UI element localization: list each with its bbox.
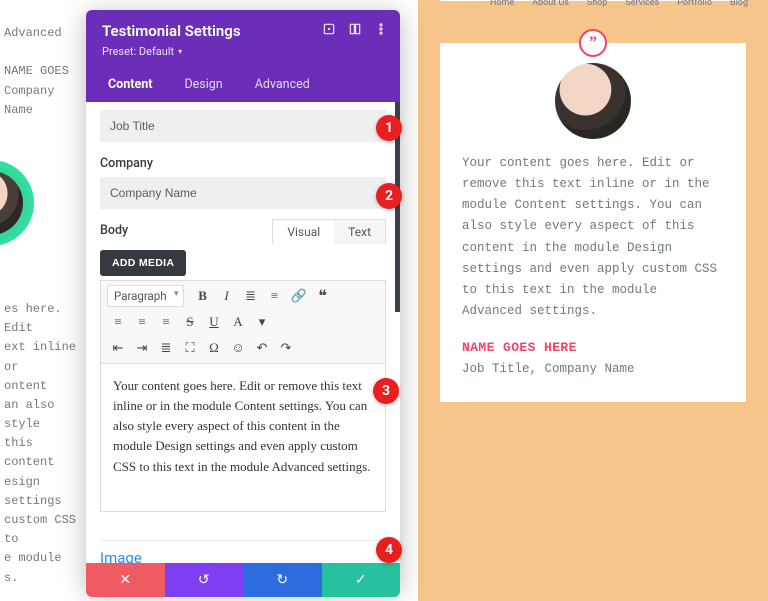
editor-tab-visual[interactable]: Visual — [273, 220, 334, 244]
preset-dropdown[interactable]: Preset: Default▾ — [102, 45, 182, 58]
tab-advanced[interactable]: Advanced — [239, 67, 326, 102]
badge-1: 1 — [376, 115, 402, 141]
company-label: Company — [100, 156, 386, 171]
ul-icon[interactable]: ≣ — [240, 285, 262, 307]
settings-panel: Testimonial Settings Preset: Default▾ Co… — [86, 10, 400, 590]
bold-icon[interactable]: B — [192, 285, 214, 307]
panel-header[interactable]: Testimonial Settings Preset: Default▾ — [86, 10, 400, 67]
tab-design[interactable]: Design — [168, 67, 238, 102]
nav-services[interactable]: Services — [625, 0, 659, 8]
indent-icon[interactable]: ⇥ — [131, 337, 153, 359]
testimonial-name: NAME GOES HERE — [462, 337, 724, 359]
paragraph-select[interactable]: Paragraph — [107, 285, 184, 307]
testimonial-body: Your content goes here. Edit or remove t… — [462, 153, 724, 323]
focus-icon[interactable] — [322, 22, 336, 36]
undo-icon[interactable]: ↶ — [251, 337, 273, 359]
link-icon[interactable]: 🔗 — [288, 285, 310, 307]
omega-icon[interactable]: Ω — [203, 337, 225, 359]
align-left-icon[interactable]: ≡ — [107, 311, 129, 333]
avatar — [0, 160, 34, 246]
add-media-button[interactable]: ADD MEDIA — [100, 250, 186, 276]
strike-icon[interactable]: S — [179, 311, 201, 333]
panel-tabs: Content Design Advanced — [86, 67, 400, 102]
editor-toolbar: Paragraph B I ≣ ≡ 🔗 ❝ ≡ ≡ ≡ S U A ▾ ⇤ ⇥ … — [100, 280, 386, 364]
outdent-icon[interactable]: ⇤ — [107, 337, 129, 359]
align-right-icon[interactable]: ≡ — [155, 311, 177, 333]
textcolor-icon[interactable]: A — [227, 311, 249, 333]
testimonial-sub: Job Title, Company Name — [462, 359, 724, 380]
cancel-button[interactable]: ✕ — [86, 563, 165, 597]
top-nav: Home About Us Shop Services Portfolio Bl… — [490, 0, 748, 8]
badge-2: 2 — [376, 183, 402, 209]
justify-icon[interactable]: ≣ — [155, 337, 177, 359]
columns-icon[interactable] — [348, 22, 362, 36]
left-fragment-top: Advanced NAME GOES Company Name — [0, 24, 86, 120]
editor-tab-text[interactable]: Text — [334, 220, 385, 244]
company-input[interactable] — [100, 177, 386, 209]
undo-button[interactable]: ↺ — [165, 563, 244, 597]
nav-shop[interactable]: Shop — [587, 0, 608, 8]
save-button[interactable]: ✓ — [322, 563, 401, 597]
avatar — [555, 63, 631, 139]
redo-icon[interactable]: ↷ — [275, 337, 297, 359]
body-editor[interactable]: Your content goes here. Edit or remove t… — [100, 364, 386, 512]
emoji-icon[interactable]: ☺ — [227, 337, 249, 359]
more-icon[interactable] — [374, 22, 388, 36]
job-title-input[interactable] — [100, 110, 386, 142]
panel-footer: ✕ ↺ ↻ ✓ — [86, 563, 400, 597]
caret-icon[interactable]: ▾ — [251, 311, 273, 333]
left-fragment-mid: es here. Edit ext inline or ontent an al… — [0, 300, 86, 601]
underline-icon[interactable]: U — [203, 311, 225, 333]
quote-icon[interactable]: ❝ — [312, 285, 334, 307]
badge-3: 3 — [373, 378, 399, 404]
redo-button[interactable]: ↻ — [243, 563, 322, 597]
nav-blog[interactable]: Blog — [730, 0, 748, 8]
nav-home[interactable]: Home — [490, 0, 514, 8]
italic-icon[interactable]: I — [216, 285, 238, 307]
fullscreen-icon[interactable]: ⛶ — [179, 337, 201, 359]
tab-content[interactable]: Content — [92, 67, 168, 102]
nav-portfolio[interactable]: Portfolio — [677, 0, 712, 8]
testimonial-card: ” Your content goes here. Edit or remove… — [440, 43, 746, 402]
align-center-icon[interactable]: ≡ — [131, 311, 153, 333]
ol-icon[interactable]: ≡ — [264, 285, 286, 307]
nav-about[interactable]: About Us — [532, 0, 569, 8]
quote-icon: ” — [579, 29, 607, 57]
badge-4: 4 — [376, 537, 402, 563]
